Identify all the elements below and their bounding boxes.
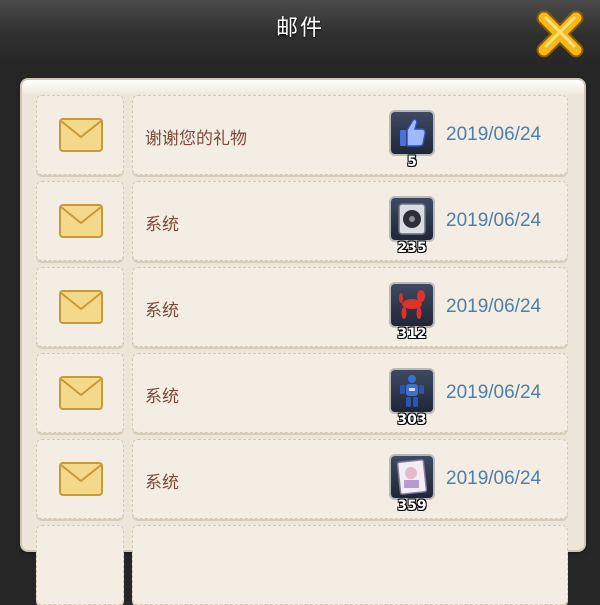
balloon-dog-icon: [389, 282, 435, 328]
mail-subject: 系统: [145, 215, 179, 235]
gift-count: 235: [397, 240, 427, 256]
mail-icon-card: [36, 353, 124, 433]
mail-icon-card: [36, 181, 124, 261]
envelope-icon: [59, 462, 103, 496]
mail-date: 2019/06/24: [446, 210, 542, 231]
page-title: 邮件: [275, 16, 324, 41]
mail-row-body: [132, 525, 568, 605]
envelope-icon: [59, 118, 103, 152]
envelope-icon: [59, 204, 103, 238]
mail-icon-card: [36, 525, 124, 605]
mail-row[interactable]: 系统 359 2019/06/24: [36, 439, 570, 519]
gift-count: 312: [397, 326, 427, 342]
close-x-icon: [536, 10, 584, 58]
mail-row-body: 系统 235 2019/06/24: [132, 181, 568, 261]
mail-icon-card: [36, 95, 124, 175]
mail-subject: 系统: [145, 473, 179, 493]
mail-row[interactable]: 系统 303 2019/06/24: [36, 353, 570, 433]
header-bar: 邮件: [0, 0, 600, 66]
mail-date: 2019/06/24: [446, 468, 542, 489]
mail-panel: 谢谢您的礼物 5 2019/06/24 系统 235 2019/06/24 系统…: [22, 80, 584, 605]
mail-row[interactable]: 谢谢您的礼物 5 2019/06/24: [36, 95, 570, 175]
mail-row[interactable]: 系统 312 2019/06/24: [36, 267, 570, 347]
mail-row-body: 系统 312 2019/06/24: [132, 267, 568, 347]
mail-row-body: 谢谢您的礼物 5 2019/06/24: [132, 95, 568, 175]
mail-row-body: 系统 303 2019/06/24: [132, 353, 568, 433]
mail-subject: 系统: [145, 387, 179, 407]
mail-row[interactable]: 系统 235 2019/06/24: [36, 181, 570, 261]
card-picture-icon: [389, 454, 435, 500]
close-button[interactable]: [534, 8, 586, 60]
mail-row-partial[interactable]: [36, 525, 570, 605]
mail-subject: 系统: [145, 301, 179, 321]
gift-count: 5: [407, 154, 417, 170]
speaker-icon: [389, 196, 435, 242]
thumbs-up-icon: [389, 110, 435, 156]
envelope-icon: [59, 290, 103, 324]
mail-row-body: 系统 359 2019/06/24: [132, 439, 568, 519]
mail-date: 2019/06/24: [446, 124, 542, 145]
envelope-icon: [59, 376, 103, 410]
mail-icon-card: [36, 267, 124, 347]
gift-count: 359: [397, 498, 427, 514]
mail-subject: 谢谢您的礼物: [145, 129, 247, 149]
mail-date: 2019/06/24: [446, 296, 542, 317]
panel-top-edge: [22, 80, 584, 94]
gift-count: 303: [397, 412, 427, 428]
robot-figure-icon: [389, 368, 435, 414]
mail-date: 2019/06/24: [446, 382, 542, 403]
mail-icon-card: [36, 439, 124, 519]
